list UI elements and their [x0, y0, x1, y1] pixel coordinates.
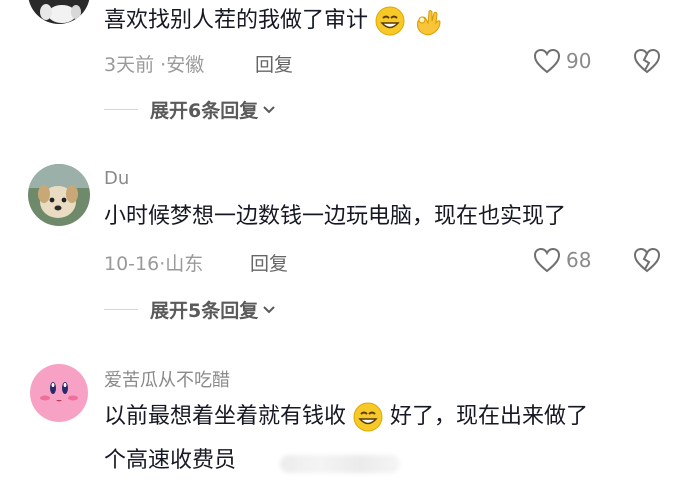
- grin-emoji-icon: [375, 6, 405, 36]
- broken-heart-icon[interactable]: [633, 247, 661, 273]
- comment-time: 3天前: [104, 54, 155, 76]
- comment-text: 喜欢找别人茬的我做了审计: [104, 4, 442, 38]
- comment-text: 以前最想着坐着就有钱收 好了，现在出来做了: [104, 400, 588, 434]
- like-count: 68: [566, 248, 592, 272]
- comment-time: 10-16: [104, 253, 160, 275]
- blurred-overlay: [280, 455, 400, 473]
- heart-icon: [533, 247, 561, 273]
- like-button[interactable]: 90: [533, 48, 591, 74]
- expand-replies-button[interactable]: 展开5条回复: [104, 296, 276, 323]
- expand-replies-label: 展开5条回复: [150, 300, 259, 322]
- heart-icon: [533, 48, 561, 74]
- broken-heart-icon[interactable]: [633, 48, 661, 74]
- comment-list: 喜欢找别人茬的我做了审计 3天前 ·安徽 回复 90 展开6条回复 Du 小时候…: [0, 0, 690, 482]
- grin-emoji-icon: [353, 402, 383, 432]
- comment-meta: 10-16·山东: [104, 249, 203, 276]
- comment-location: 山东: [165, 253, 204, 275]
- expand-replies-label: 展开6条回复: [150, 100, 259, 122]
- chevron-down-icon: [263, 305, 275, 313]
- avatar[interactable]: [28, 164, 90, 226]
- expand-replies-button[interactable]: 展开6条回复: [104, 96, 276, 123]
- divider-line: [104, 109, 138, 110]
- username[interactable]: 爱苦瓜从不吃醋: [104, 366, 230, 392]
- like-button[interactable]: 68: [533, 247, 591, 273]
- avatar[interactable]: [28, 362, 90, 424]
- comment-text-line2: 个高速收费员: [104, 448, 237, 473]
- comment-location: 安徽: [166, 54, 205, 76]
- reply-button[interactable]: 回复: [255, 50, 293, 77]
- comment-text: 小时候梦想一边数钱一边玩电脑，现在也实现了: [104, 204, 567, 229]
- reply-button[interactable]: 回复: [250, 249, 288, 276]
- comment-meta: 3天前 ·安徽: [104, 50, 204, 77]
- chevron-down-icon: [263, 105, 275, 113]
- ok-hand-icon: [417, 10, 441, 36]
- divider-line: [104, 309, 138, 310]
- username[interactable]: Du: [104, 168, 129, 189]
- avatar[interactable]: [28, 0, 90, 24]
- like-count: 90: [566, 49, 592, 73]
